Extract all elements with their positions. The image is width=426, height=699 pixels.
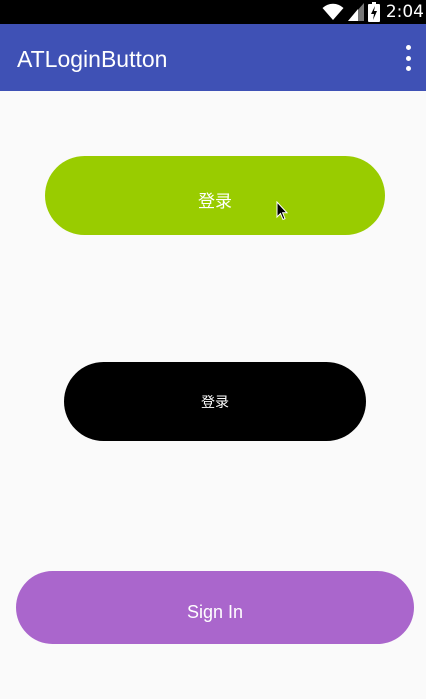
battery-charging-icon [367, 2, 380, 22]
app-bar: ATLoginButton [0, 24, 426, 91]
login-button-green[interactable]: 登录 [45, 156, 385, 235]
login-button-label: 登录 [201, 393, 229, 410]
mouse-cursor-icon [276, 201, 288, 221]
wifi-icon [322, 3, 344, 20]
sign-in-button[interactable]: Sign In [16, 571, 414, 644]
menu-dot [405, 55, 411, 61]
menu-dot [405, 66, 411, 71]
menu-dot [405, 45, 411, 50]
status-clock: 2:04 [385, 2, 424, 22]
status-icons: 2:04 [322, 0, 426, 24]
login-button-label: 登录 [198, 192, 232, 211]
login-button-black[interactable]: 登录 [64, 362, 366, 441]
app-title: ATLoginButton [17, 46, 168, 72]
cell-signal-icon [347, 3, 364, 21]
overflow-menu-icon[interactable] [402, 45, 414, 71]
sign-in-button-label: Sign In [186, 602, 244, 622]
status-bar: 2:04 [0, 0, 426, 24]
